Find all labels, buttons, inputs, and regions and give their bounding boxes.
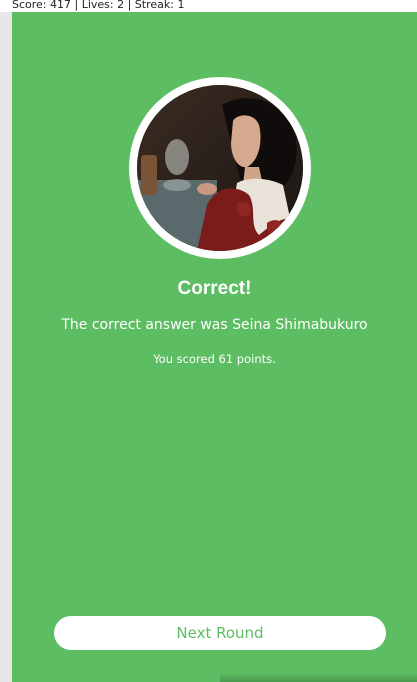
next-round-button[interactable]: Next Round xyxy=(54,616,386,650)
status-bar: Score: 417 | Lives: 2 | Streak: 1 xyxy=(0,0,417,12)
avatar-ring xyxy=(129,77,311,259)
photo-illustration xyxy=(137,85,303,251)
correct-answer-text: The correct answer was Seina Shimabukuro xyxy=(61,317,368,333)
points-scored-text: You scored 61 points. xyxy=(153,352,276,366)
page: Score: 417 | Lives: 2 | Streak: 1 Correc… xyxy=(0,0,417,682)
bottom-shadow xyxy=(220,672,417,682)
result-title: Correct! xyxy=(177,278,252,299)
result-panel: Correct! The correct answer was Seina Sh… xyxy=(12,12,417,682)
left-gutter xyxy=(0,12,12,682)
answer-photo xyxy=(137,85,303,251)
